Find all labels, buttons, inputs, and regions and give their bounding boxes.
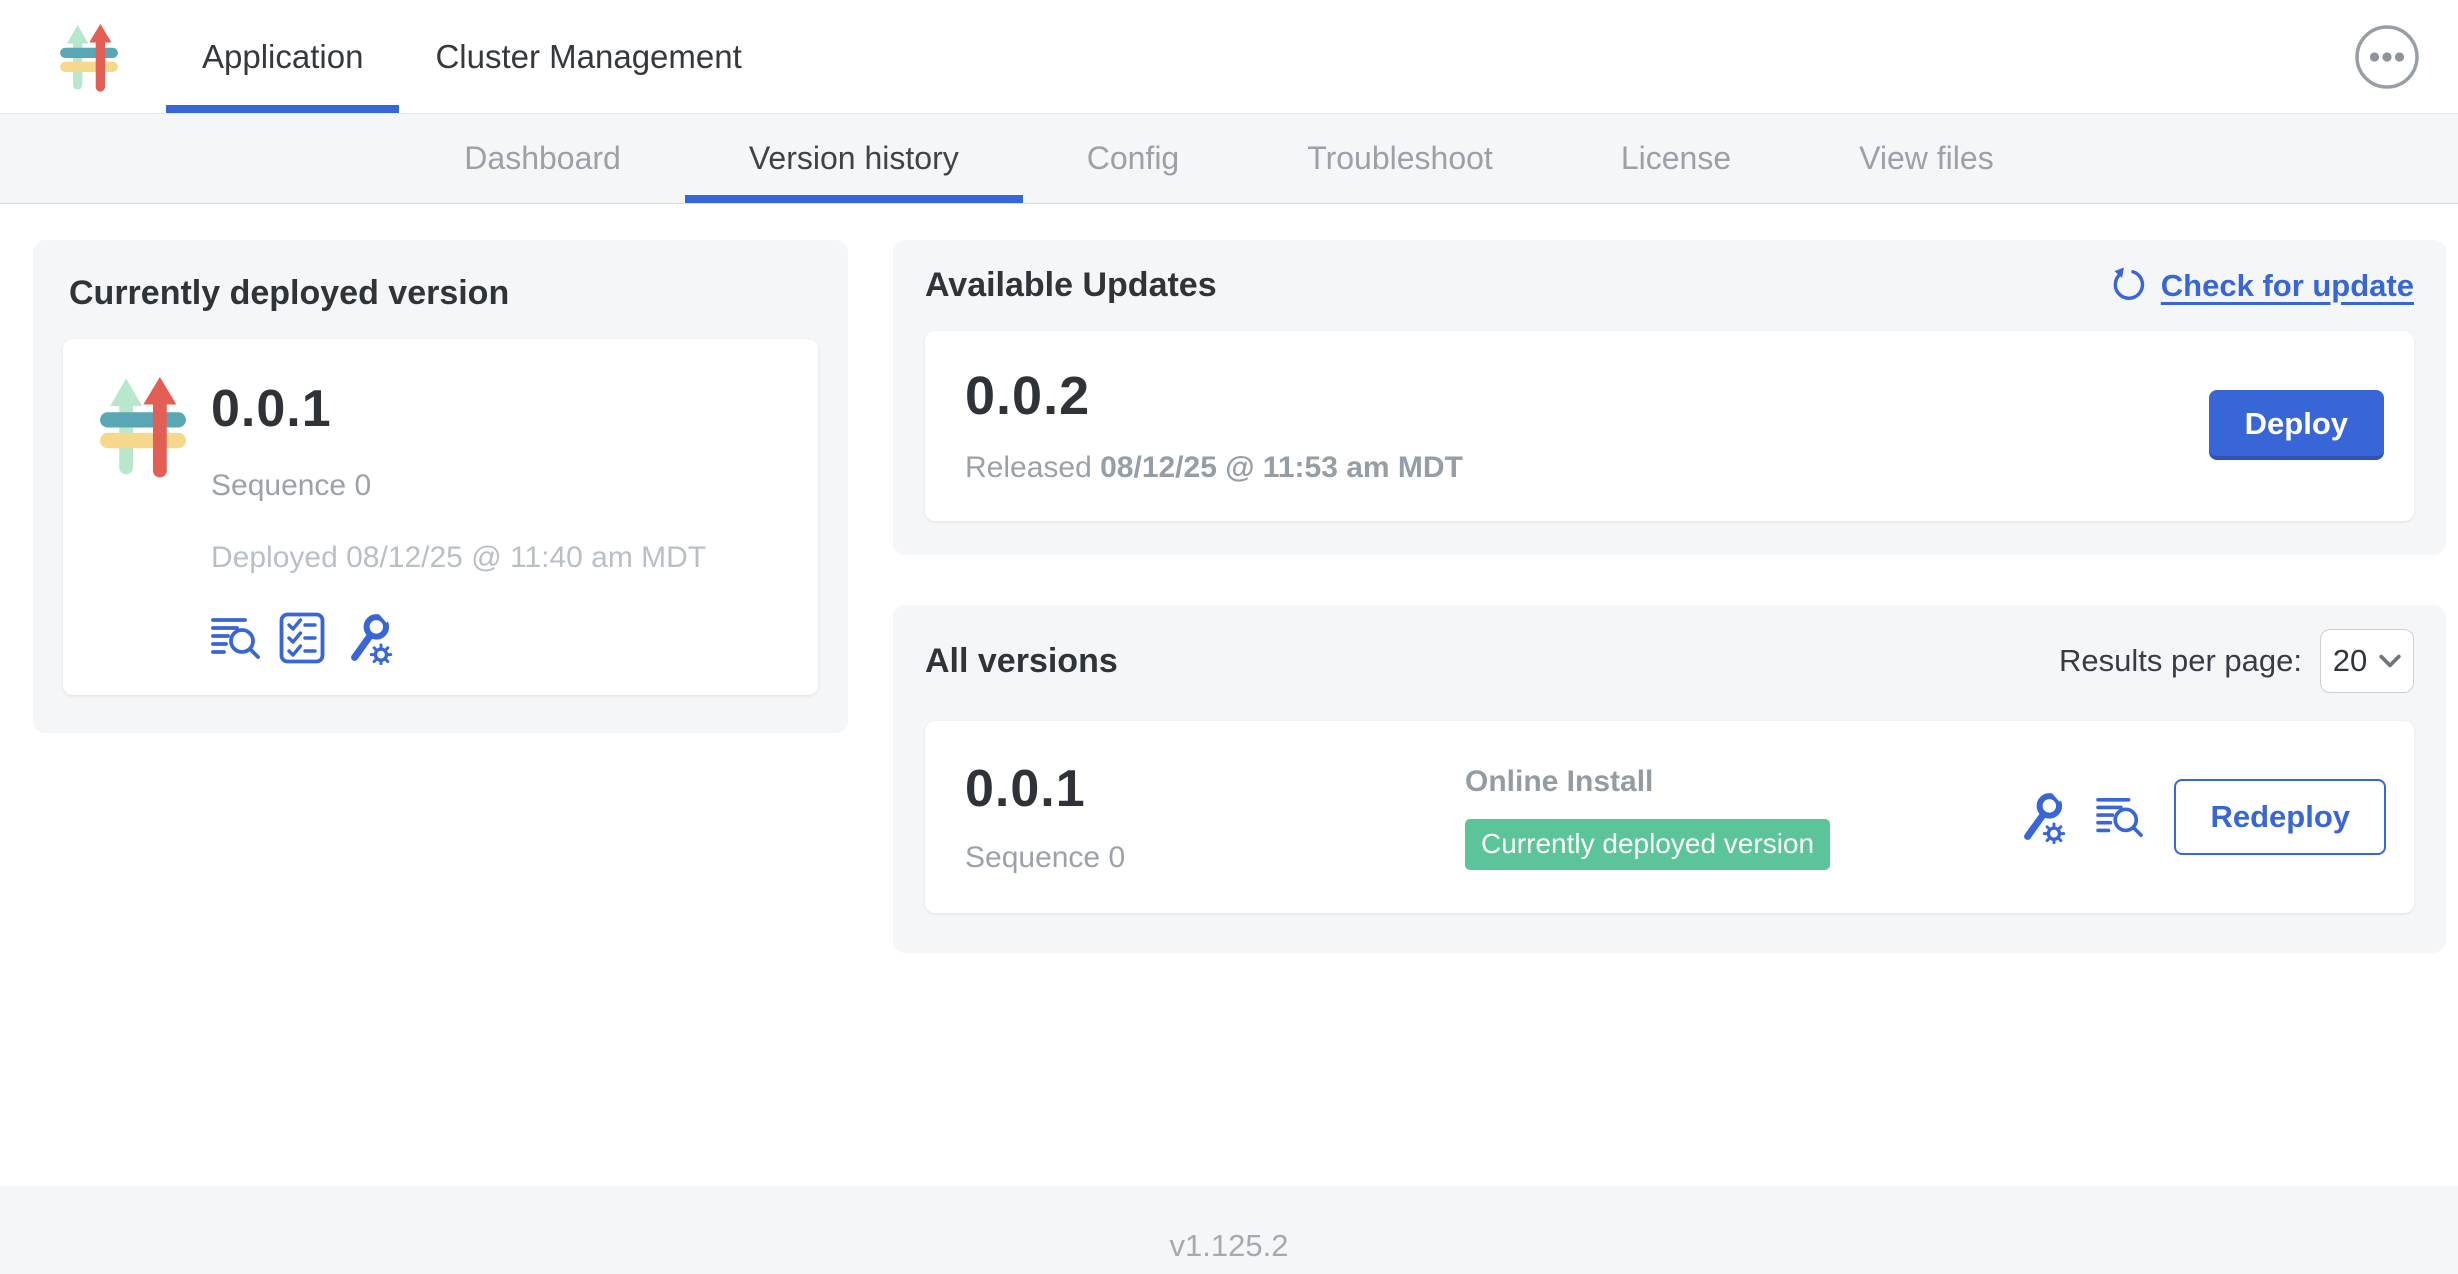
top-nav-tabs: Application Cluster Management xyxy=(166,0,778,113)
results-per-page-control: Results per page: 20 xyxy=(2059,629,2414,693)
update-info: 0.0.2 Released 08/12/25 @ 11:53 am MDT xyxy=(965,365,1463,485)
available-updates-header: Available Updates Check for update xyxy=(925,266,2414,305)
version-row-status: Online Install Currently deployed versio… xyxy=(1465,765,2016,870)
version-row-info: 0.0.1 Sequence 0 xyxy=(965,759,1465,875)
admin-console-page: Application Cluster Management Dashboard… xyxy=(0,0,2458,1274)
app-logo-icon xyxy=(97,373,189,479)
all-versions-card: All versions Results per page: 20 0.0.1 … xyxy=(893,605,2446,953)
main-content: Currently deployed version 0.0.1 Sequenc… xyxy=(0,204,2458,953)
tab-license[interactable]: License xyxy=(1557,114,1795,203)
release-notes-button[interactable] xyxy=(211,615,261,661)
check-for-update-label: Check for update xyxy=(2161,268,2414,304)
app-sub-nav: Dashboard Version history Config Trouble… xyxy=(0,114,2458,204)
console-version: v1.125.2 xyxy=(1170,1228,1289,1274)
preflight-checks-button[interactable] xyxy=(279,612,325,664)
preflight-checks-icon xyxy=(279,612,325,664)
install-type-label: Online Install xyxy=(1465,765,2016,799)
view-config-button[interactable] xyxy=(343,611,393,665)
update-row: 0.0.2 Released 08/12/25 @ 11:53 am MDT D… xyxy=(925,331,2414,521)
deployed-timestamp: Deployed 08/12/25 @ 11:40 am MDT xyxy=(211,541,706,575)
tab-application[interactable]: Application xyxy=(166,0,399,113)
deployed-version-number: 0.0.1 xyxy=(211,379,706,439)
wrench-gear-icon xyxy=(2016,790,2066,844)
row-sequence: Sequence 0 xyxy=(965,841,1465,875)
wrench-gear-icon xyxy=(343,611,393,665)
available-updates-card: Available Updates Check for update 0.0.2… xyxy=(893,240,2446,555)
version-row: 0.0.1 Sequence 0 Online Install Currentl… xyxy=(925,721,2414,913)
tab-version-history[interactable]: Version history xyxy=(685,114,1023,203)
currently-deployed-badge: Currently deployed version xyxy=(1465,819,1830,870)
deployed-version-panel: 0.0.1 Sequence 0 Deployed 08/12/25 @ 11:… xyxy=(63,339,818,695)
deployed-sequence: Sequence 0 xyxy=(211,469,706,503)
results-per-page-label: Results per page: xyxy=(2059,643,2302,679)
tab-config[interactable]: Config xyxy=(1023,114,1244,203)
ellipsis-icon xyxy=(2354,24,2420,90)
page-footer: v1.125.2 xyxy=(0,1186,2458,1274)
update-released-timestamp: Released 08/12/25 @ 11:53 am MDT xyxy=(965,451,1463,485)
release-notes-icon xyxy=(2096,795,2144,839)
rotate-ccw-icon xyxy=(2109,267,2147,305)
results-per-page-select[interactable]: 20 xyxy=(2320,629,2414,693)
tab-cluster-management[interactable]: Cluster Management xyxy=(399,0,777,113)
released-datetime: 08/12/25 @ 11:53 am MDT xyxy=(1100,451,1463,484)
released-prefix: Released xyxy=(965,451,1092,484)
all-versions-title: All versions xyxy=(925,642,1118,681)
available-updates-title: Available Updates xyxy=(925,266,1217,305)
deploy-button[interactable]: Deploy xyxy=(2209,390,2384,460)
tab-troubleshoot[interactable]: Troubleshoot xyxy=(1243,114,1557,203)
tab-view-files[interactable]: View files xyxy=(1795,114,2058,203)
tab-dashboard[interactable]: Dashboard xyxy=(400,114,685,203)
deployed-card-title: Currently deployed version xyxy=(69,274,818,313)
row-version-number: 0.0.1 xyxy=(965,759,1465,819)
redeploy-button[interactable]: Redeploy xyxy=(2174,779,2386,855)
release-notes-button[interactable] xyxy=(2096,795,2144,839)
view-config-button[interactable] xyxy=(2016,790,2066,844)
update-version-number: 0.0.2 xyxy=(965,365,1463,427)
app-logo-icon xyxy=(58,20,120,94)
chevron-down-icon xyxy=(2379,653,2401,669)
version-row-actions: Redeploy xyxy=(2016,779,2386,855)
deployed-version-info: 0.0.1 Sequence 0 Deployed 08/12/25 @ 11:… xyxy=(211,367,706,665)
right-column: Available Updates Check for update 0.0.2… xyxy=(893,240,2446,953)
all-versions-header: All versions Results per page: 20 xyxy=(925,629,2414,693)
top-nav: Application Cluster Management xyxy=(0,0,2458,114)
release-notes-icon xyxy=(211,615,261,661)
overflow-menu-button[interactable] xyxy=(2354,24,2420,90)
deployed-actions xyxy=(211,611,706,665)
check-for-update-link[interactable]: Check for update xyxy=(2109,267,2414,305)
currently-deployed-card: Currently deployed version 0.0.1 Sequenc… xyxy=(33,240,848,733)
results-per-page-value: 20 xyxy=(2333,643,2367,679)
